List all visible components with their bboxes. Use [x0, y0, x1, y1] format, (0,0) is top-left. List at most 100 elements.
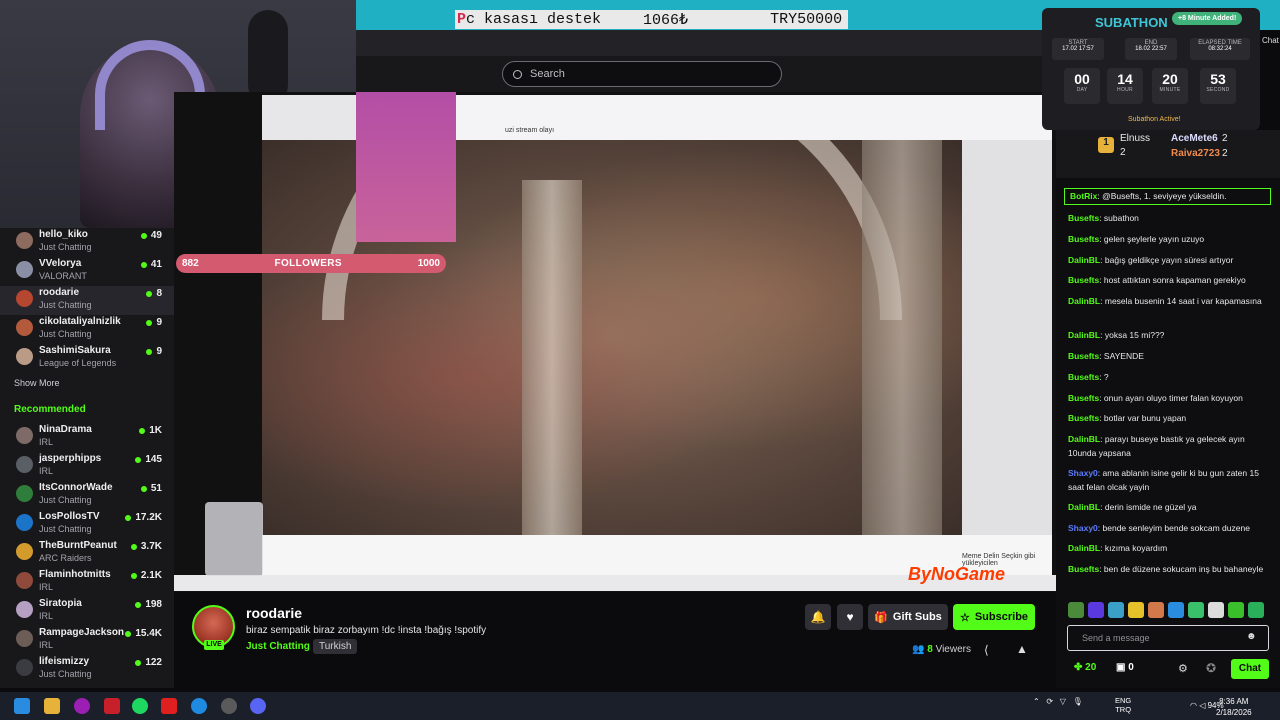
chat-text: subathon	[1103, 213, 1139, 223]
gifter-count: 2	[1222, 133, 1228, 144]
channel-name: roodarie	[39, 287, 80, 298]
search-input[interactable]: Search	[502, 61, 782, 87]
settings-gear-icon[interactable]: ⚙	[1178, 662, 1188, 675]
sidebar-item-recommended[interactable]: Flaminhotmitts IRL 2.1K	[0, 568, 174, 597]
spotify-icon[interactable]	[132, 698, 148, 714]
sidebar-item-recommended[interactable]: jasperphipps IRL 145	[0, 452, 174, 481]
app-icon[interactable]	[104, 698, 120, 714]
chat-username[interactable]: DalinBL	[1068, 502, 1100, 512]
chat-username[interactable]: DalinBL	[1068, 296, 1100, 306]
chat-input[interactable]: Send a message	[1067, 625, 1269, 651]
donation-text: c kasası destek	[466, 11, 602, 28]
sidebar-item-following[interactable]: hello_kiko Just Chatting 49	[0, 228, 174, 257]
chat-username[interactable]: Busefts	[1068, 372, 1099, 382]
sidebar-item-following-active[interactable]: roodarie Just Chatting 8	[0, 286, 174, 315]
volume-icon: ◁	[1199, 701, 1206, 710]
channel-game: IRL	[39, 582, 54, 592]
emote-icon[interactable]	[1248, 602, 1264, 618]
chat-username[interactable]: DalinBL	[1068, 543, 1100, 553]
subscribe-button[interactable]: ☆ Subscribe	[953, 604, 1035, 630]
avatar	[16, 485, 33, 502]
follow-button[interactable]: ♥	[837, 604, 863, 630]
discord-icon[interactable]	[250, 698, 266, 714]
chat-username[interactable]: DalinBL	[1068, 330, 1100, 340]
sidebar-item-recommended[interactable]: lifeismizzy Just Chatting 122	[0, 655, 174, 684]
emote-icon[interactable]	[1088, 602, 1104, 618]
share-icon[interactable]: ⟨	[984, 643, 989, 657]
chat-username[interactable]: DalinBL	[1068, 434, 1100, 444]
emote-icon[interactable]	[1188, 602, 1204, 618]
channel-points[interactable]: ✤ 20	[1074, 662, 1096, 673]
app-icon[interactable]	[74, 698, 90, 714]
sidebar-item-recommended[interactable]: LosPollosTV Just Chatting 17.2K	[0, 510, 174, 539]
emote-icon[interactable]	[1168, 602, 1184, 618]
emote-icon[interactable]	[1208, 602, 1224, 618]
youtube-icon[interactable]	[161, 698, 177, 714]
chat-username[interactable]: Busefts	[1068, 275, 1099, 285]
chat-text: bende senleyim bende sokcam duzene	[1102, 523, 1250, 533]
chat-username[interactable]: DalinBL	[1068, 255, 1100, 265]
chat-text: SAYENDE	[1103, 351, 1144, 361]
sidebar-item-recommended[interactable]: ItsConnorWade Just Chatting 51	[0, 481, 174, 510]
gifter-name[interactable]: AceMete6	[1171, 133, 1218, 144]
channel-name: Siratopia	[39, 598, 82, 609]
sidebar-item-recommended[interactable]: RampageJackson IRL 15.4K	[0, 626, 174, 655]
chat-message: DalinBL: kızıma koyardım	[1068, 543, 1168, 553]
chat-username[interactable]: Busefts	[1068, 413, 1099, 423]
gift-count[interactable]: ▣ 0	[1116, 662, 1134, 673]
chat-username[interactable]: Busefts	[1068, 351, 1099, 361]
emote-icon[interactable]	[1228, 602, 1244, 618]
channel-game: Just Chatting	[39, 495, 92, 505]
sidebar-item-following[interactable]: SashimiSakura League of Legends 9	[0, 344, 174, 373]
clock[interactable]: 8:36 AM 2/18/2026	[1216, 696, 1252, 718]
viewer-count: 8	[146, 288, 162, 299]
channel-name: SashimiSakura	[39, 345, 111, 356]
system-tray[interactable]: ⌃ ⟳ ▽ 🎙	[1033, 697, 1083, 706]
browser-icon[interactable]	[191, 698, 207, 714]
subathon-second: 53 SECOND	[1200, 68, 1236, 104]
gifter-name[interactable]: Elnuss	[1120, 133, 1150, 144]
show-more-link[interactable]: Show More	[14, 378, 60, 388]
sidebar-item-recommended[interactable]: NinaDrama IRL 1K	[0, 423, 174, 452]
chat-username[interactable]: BotRix	[1070, 191, 1097, 201]
viewer-count: 👥 8 Viewers	[912, 644, 971, 655]
gift-subs-button[interactable]: 🎁 Gift Subs	[868, 604, 948, 630]
sidebar-item-following[interactable]: cikolataliyalnizlik Just Chatting 9	[0, 315, 174, 344]
sidebar-item-recommended[interactable]: Siratopia IRL 198	[0, 597, 174, 626]
sidebar-item-recommended[interactable]: TheBurntPeanut ARC Raiders 3.7K	[0, 539, 174, 568]
chat-text: bağış geldikçe yayın süresi artıyor	[1104, 255, 1234, 265]
chat-username[interactable]: Busefts	[1068, 564, 1099, 574]
streamer-name[interactable]: roodarie	[246, 605, 302, 621]
file-explorer-icon[interactable]	[44, 698, 60, 714]
mod-shield-icon[interactable]: ✪	[1206, 661, 1216, 675]
chat-username[interactable]: Shaxy0	[1068, 523, 1098, 533]
sidebar-item-following[interactable]: VVelorya VALORANT 41	[0, 257, 174, 286]
gifter-name[interactable]: Raiva2723	[1171, 148, 1220, 159]
chat-username[interactable]: Busefts	[1068, 234, 1099, 244]
live-dot-icon	[130, 572, 137, 579]
notification-bell-button[interactable]: 🔔	[805, 604, 831, 630]
category-link[interactable]: Just Chatting	[246, 641, 310, 652]
chat-tab[interactable]: Chat	[1262, 36, 1279, 45]
emoji-icon[interactable]: ☻	[1246, 631, 1257, 642]
emote-icon[interactable]	[1108, 602, 1124, 618]
report-icon[interactable]: ▲	[1016, 642, 1028, 656]
chat-username[interactable]: Shaxy0	[1068, 468, 1098, 478]
emote-icon[interactable]	[1148, 602, 1164, 618]
viewer-count: 198	[135, 599, 162, 610]
emote-icon[interactable]	[1128, 602, 1144, 618]
live-dot-icon	[140, 485, 147, 492]
chat-text: ?	[1103, 372, 1109, 382]
live-dot-icon	[146, 319, 153, 326]
input-language[interactable]: ENG TRQ	[1115, 696, 1131, 714]
emote-icon[interactable]	[1068, 602, 1084, 618]
obs-icon[interactable]	[221, 698, 237, 714]
chat-send-button[interactable]: Chat	[1231, 659, 1269, 679]
start-icon[interactable]	[14, 698, 30, 714]
language-tag[interactable]: Turkish	[313, 639, 358, 654]
channel-name: VVelorya	[39, 258, 82, 269]
chat-username[interactable]: Busefts	[1068, 393, 1099, 403]
channel-name: Flaminhotmitts	[39, 569, 111, 580]
chat-text: kızıma koyardım	[1104, 543, 1168, 553]
chat-username[interactable]: Busefts	[1068, 213, 1099, 223]
